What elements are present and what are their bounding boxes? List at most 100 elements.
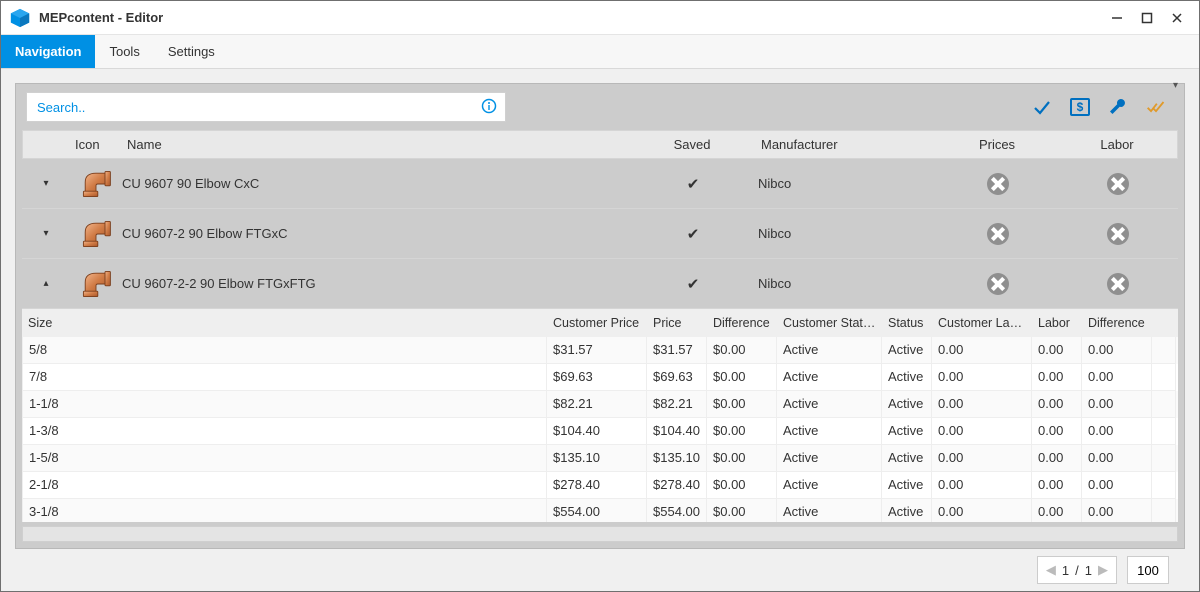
summary-row[interactable]: ▴CU 9607-2-2 90 Elbow FTGxFTG✔Nibco: [22, 259, 1178, 309]
summary-row[interactable]: ▾CU 9607-2 90 Elbow FTGxC✔Nibco: [22, 209, 1178, 259]
search-input[interactable]: [35, 99, 475, 116]
cell-labor-diff[interactable]: 0.00: [1082, 337, 1152, 364]
prices-status[interactable]: [938, 273, 1058, 295]
info-icon[interactable]: [481, 98, 497, 117]
cell-price[interactable]: $82.21: [647, 391, 707, 418]
detail-row[interactable]: 1-3/8$104.40$104.40$0.00ActiveActive0.00…: [22, 418, 1178, 445]
dh-labor-diff[interactable]: Difference: [1082, 316, 1152, 330]
cell-labor[interactable]: 0.00: [1032, 472, 1082, 499]
cell-customer-status[interactable]: Active: [777, 391, 882, 418]
dh-size[interactable]: Size: [22, 316, 547, 330]
dh-customer-labor[interactable]: Customer Labor: [932, 316, 1032, 330]
dh-labor[interactable]: Labor: [1032, 316, 1082, 330]
cell-size[interactable]: 7/8: [22, 364, 547, 391]
cell-labor-diff[interactable]: 0.00: [1082, 445, 1152, 472]
summary-row[interactable]: ▾CU 9607 90 Elbow CxC✔Nibco: [22, 159, 1178, 209]
detail-row[interactable]: 3-1/8$554.00$554.00$0.00ActiveActive0.00…: [22, 499, 1178, 522]
labor-status[interactable]: [1058, 273, 1178, 295]
detail-row[interactable]: 1-1/8$82.21$82.21$0.00ActiveActive0.000.…: [22, 391, 1178, 418]
cell-status[interactable]: Active: [882, 472, 932, 499]
cell-labor[interactable]: 0.00: [1032, 445, 1082, 472]
detail-row[interactable]: 5/8$31.57$31.57$0.00ActiveActive0.000.00…: [22, 337, 1178, 364]
approve-all-icon[interactable]: [1146, 97, 1166, 117]
maximize-button[interactable]: [1133, 4, 1161, 32]
cell-price[interactable]: $31.57: [647, 337, 707, 364]
cell-price[interactable]: $554.00: [647, 499, 707, 522]
cell-difference[interactable]: $0.00: [707, 445, 777, 472]
labor-status[interactable]: [1058, 173, 1178, 195]
cell-difference[interactable]: $0.00: [707, 391, 777, 418]
close-button[interactable]: [1163, 4, 1191, 32]
row-expander-icon[interactable]: ▾: [22, 228, 70, 239]
cell-customer-labor[interactable]: 0.00: [932, 337, 1032, 364]
cell-labor[interactable]: 0.00: [1032, 418, 1082, 445]
cell-customer-labor[interactable]: 0.00: [932, 472, 1032, 499]
cell-price[interactable]: $104.40: [647, 418, 707, 445]
cell-customer-price[interactable]: $31.57: [547, 337, 647, 364]
cell-customer-status[interactable]: Active: [777, 364, 882, 391]
cell-status[interactable]: Active: [882, 391, 932, 418]
cell-customer-status[interactable]: Active: [777, 499, 882, 522]
cell-customer-price[interactable]: $278.40: [547, 472, 647, 499]
cell-status[interactable]: Active: [882, 499, 932, 522]
row-expander-icon[interactable]: ▴: [22, 278, 70, 289]
cell-customer-labor[interactable]: 0.00: [932, 364, 1032, 391]
cell-customer-price[interactable]: $82.21: [547, 391, 647, 418]
cell-size[interactable]: 3-1/8: [22, 499, 547, 522]
cell-size[interactable]: 1-5/8: [22, 445, 547, 472]
minimize-button[interactable]: [1103, 4, 1131, 32]
menu-navigation[interactable]: Navigation: [1, 35, 95, 68]
cell-difference[interactable]: $0.00: [707, 418, 777, 445]
cell-labor[interactable]: 0.00: [1032, 391, 1082, 418]
pager-prev-icon[interactable]: ◀: [1046, 562, 1056, 578]
page-size-input[interactable]: [1127, 556, 1169, 584]
cell-difference[interactable]: $0.00: [707, 499, 777, 522]
cell-labor-diff[interactable]: 0.00: [1082, 499, 1152, 522]
cell-labor-diff[interactable]: 0.00: [1082, 472, 1152, 499]
cell-price[interactable]: $69.63: [647, 364, 707, 391]
cell-labor[interactable]: 0.00: [1032, 337, 1082, 364]
pricing-icon[interactable]: $: [1070, 97, 1090, 117]
cell-status[interactable]: Active: [882, 337, 932, 364]
cell-labor-diff[interactable]: 0.00: [1082, 418, 1152, 445]
tools-icon[interactable]: [1108, 97, 1128, 117]
prices-status[interactable]: [938, 173, 1058, 195]
row-expander-icon[interactable]: ▾: [22, 178, 70, 189]
cell-customer-price[interactable]: $104.40: [547, 418, 647, 445]
pager-next-icon[interactable]: ▶: [1098, 562, 1108, 578]
dh-customer-status[interactable]: Customer Status: [777, 316, 882, 330]
dh-customer-price[interactable]: Customer Price: [547, 316, 647, 330]
cell-labor-diff[interactable]: 0.00: [1082, 364, 1152, 391]
cell-labor-diff[interactable]: 0.00: [1082, 391, 1152, 418]
panel-options-caret-icon[interactable]: ▾: [1173, 80, 1178, 91]
cell-customer-status[interactable]: Active: [777, 337, 882, 364]
cell-size[interactable]: 1-3/8: [22, 418, 547, 445]
cell-size[interactable]: 1-1/8: [22, 391, 547, 418]
cell-customer-price[interactable]: $69.63: [547, 364, 647, 391]
cell-price[interactable]: $278.40: [647, 472, 707, 499]
apply-icon[interactable]: [1032, 97, 1052, 117]
cell-customer-labor[interactable]: 0.00: [932, 445, 1032, 472]
menu-tools[interactable]: Tools: [95, 35, 153, 68]
detail-row[interactable]: 2-1/8$278.40$278.40$0.00ActiveActive0.00…: [22, 472, 1178, 499]
prices-status[interactable]: [938, 223, 1058, 245]
cell-customer-price[interactable]: $135.10: [547, 445, 647, 472]
detail-row[interactable]: 1-5/8$135.10$135.10$0.00ActiveActive0.00…: [22, 445, 1178, 472]
cell-price[interactable]: $135.10: [647, 445, 707, 472]
dh-difference[interactable]: Difference: [707, 316, 777, 330]
cell-customer-labor[interactable]: 0.00: [932, 418, 1032, 445]
menu-settings[interactable]: Settings: [154, 35, 229, 68]
cell-customer-status[interactable]: Active: [777, 418, 882, 445]
cell-size[interactable]: 2-1/8: [22, 472, 547, 499]
dh-price[interactable]: Price: [647, 316, 707, 330]
cell-customer-labor[interactable]: 0.00: [932, 391, 1032, 418]
dh-status[interactable]: Status: [882, 316, 932, 330]
labor-status[interactable]: [1058, 223, 1178, 245]
cell-labor[interactable]: 0.00: [1032, 499, 1082, 522]
cell-difference[interactable]: $0.00: [707, 472, 777, 499]
cell-status[interactable]: Active: [882, 445, 932, 472]
cell-customer-status[interactable]: Active: [777, 445, 882, 472]
cell-size[interactable]: 5/8: [22, 337, 547, 364]
detail-row[interactable]: 7/8$69.63$69.63$0.00ActiveActive0.000.00…: [22, 364, 1178, 391]
horizontal-scrollbar[interactable]: [22, 526, 1178, 542]
